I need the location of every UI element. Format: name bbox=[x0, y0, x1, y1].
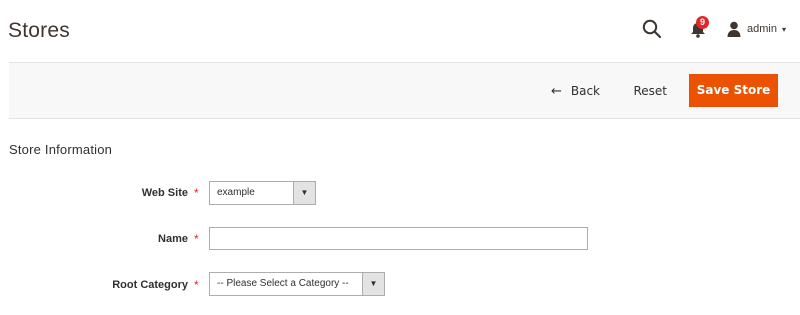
root-category-select-value: -- Please Select a Category -- bbox=[217, 278, 349, 289]
page-actions-toolbar: ← Back Reset Save Store bbox=[9, 62, 800, 119]
back-label: Back bbox=[570, 84, 600, 98]
name-input[interactable] bbox=[209, 227, 588, 250]
section-title: Store Information bbox=[9, 142, 113, 157]
user-icon bbox=[727, 21, 741, 37]
website-select[interactable]: example ▼ bbox=[209, 181, 316, 205]
required-marker: * bbox=[194, 186, 199, 200]
back-button[interactable]: ← Back bbox=[551, 80, 600, 102]
reset-button[interactable]: Reset bbox=[633, 80, 667, 102]
admin-account-menu[interactable]: admin ▾ bbox=[727, 18, 786, 40]
search-button[interactable] bbox=[641, 18, 663, 40]
required-marker: * bbox=[194, 278, 199, 292]
website-select-value: example bbox=[217, 187, 255, 198]
search-icon bbox=[642, 19, 662, 39]
admin-username: admin bbox=[747, 23, 777, 35]
save-store-button[interactable]: Save Store bbox=[689, 74, 778, 107]
page-title: Stores bbox=[8, 19, 70, 42]
arrow-left-icon: ← bbox=[550, 83, 562, 99]
website-label: Web Site bbox=[141, 187, 188, 199]
caret-down-icon: ▾ bbox=[781, 24, 786, 34]
dropdown-arrow-icon: ▼ bbox=[293, 182, 315, 204]
notifications-badge: 9 bbox=[696, 16, 710, 29]
required-marker: * bbox=[194, 232, 199, 246]
notifications-button[interactable]: 9 bbox=[687, 16, 710, 40]
root-category-select[interactable]: -- Please Select a Category -- ▼ bbox=[209, 272, 385, 296]
dropdown-arrow-icon: ▼ bbox=[362, 273, 384, 295]
name-label: Name bbox=[158, 233, 188, 245]
root-category-label: Root Category bbox=[112, 279, 188, 291]
header-actions: 9 admin ▾ bbox=[641, 14, 786, 44]
